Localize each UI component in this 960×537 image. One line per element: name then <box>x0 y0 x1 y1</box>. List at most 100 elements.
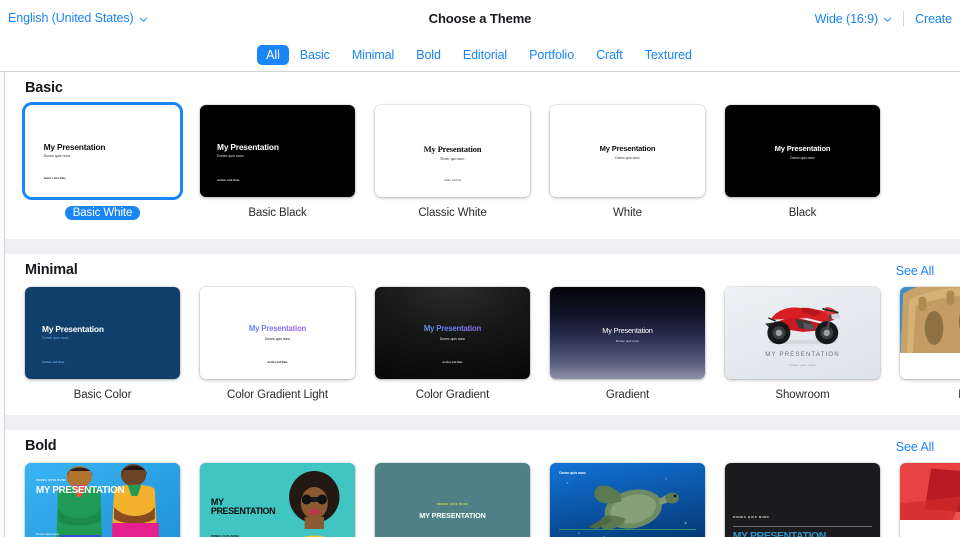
theme-thumbnail[interactable]: Donec quis nunc My Presentation <box>550 463 705 537</box>
theme-card[interactable]: DONEC QUIS NUNC MY PRESENTATION <box>725 463 880 537</box>
theme-card[interactable]: DONEC QUIS NUNC MY PRESENTATION Donec qu… <box>25 463 180 537</box>
theme-preview: My Presentation Donec quis nunc <box>725 105 880 197</box>
theme-row: My Presentation Donec quis nunc Author a… <box>5 105 960 225</box>
two-people-photo <box>25 463 180 537</box>
theme-card-basic-white[interactable]: My Presentation Donec quis nunc Author a… <box>25 105 180 225</box>
theme-card-color-gradient[interactable]: My Presentation Donec quis nunc Author a… <box>375 287 530 401</box>
red-abstract-photo <box>900 463 960 521</box>
tab-bold[interactable]: Bold <box>405 45 452 65</box>
theme-preview: MY PRESENTATION DONEC QUIS NUNC <box>200 463 355 537</box>
tab-minimal[interactable]: Minimal <box>341 45 405 65</box>
theme-card-color-gradient-light[interactable]: My Presentation Donec quis nunc Author a… <box>200 287 355 401</box>
theme-thumbnail[interactable]: My Presentation Donec quis nunc Author a… <box>25 105 180 197</box>
tab-craft[interactable]: Craft <box>585 45 634 65</box>
theme-section-minimal: Minimal See All My Presentation Donec qui… <box>5 254 960 415</box>
theme-preview: My Presentation Donec quis nunc Author a… <box>25 287 180 379</box>
theme-section-bold: Bold See All DONEC QUIS NUNC MY PRESENTAT… <box>5 430 960 537</box>
theme-thumbnail[interactable]: My Presentation Donec quis nunc <box>550 105 705 197</box>
theme-card[interactable]: MY PRESENTATION DONEC QUIS NUNC <box>200 463 355 537</box>
theme-card[interactable] <box>900 463 960 537</box>
theme-section-basic: Basic My Presentation Donec quis nunc Au… <box>5 72 960 239</box>
theme-sections: Basic My Presentation Donec quis nunc Au… <box>5 72 960 537</box>
section-divider <box>5 239 960 254</box>
theme-thumbnail[interactable]: My Presentation <box>900 287 960 379</box>
theme-name-label: Gradient <box>605 389 650 401</box>
theme-name-label: Basic Color <box>73 389 132 401</box>
theme-name-label: Basic White <box>64 206 141 220</box>
theme-thumbnail[interactable]: My Presentation Donec quis nunc Author a… <box>200 105 355 197</box>
aspect-ratio-label: Wide (16:9) <box>814 11 879 26</box>
create-button[interactable]: Create <box>915 12 952 26</box>
theme-preview: DONEC QUIS NUNC MY PRESENTATION <box>375 463 530 537</box>
theme-card-gradient[interactable]: My Presentation Donec quis nunc Gradient <box>550 287 705 401</box>
theme-card-white[interactable]: My Presentation Donec quis nunc White <box>550 105 705 219</box>
tab-portfolio[interactable]: Portfolio <box>518 45 585 65</box>
theme-thumbnail[interactable]: MY PRESENTATION DONEC QUIS NUNC <box>200 463 355 537</box>
theme-thumbnail[interactable]: My Presentation Donec quis nunc Author a… <box>25 287 180 379</box>
aspect-ratio-selector[interactable]: Wide (16:9) <box>815 12 893 26</box>
tab-all[interactable]: All <box>257 45 289 65</box>
theme-thumbnail[interactable]: DONEC QUIS NUNC MY PRESENTATION <box>375 463 530 537</box>
theme-preview: DONEC QUIS NUNC MY PRESENTATION <box>725 463 880 537</box>
theme-thumbnail[interactable]: My Presentation Donec quis nunc <box>550 287 705 379</box>
theme-preview: My Presentation Donec quis nunc Author a… <box>375 287 530 379</box>
theme-preview: My Presentation Donec quis nunc Author a… <box>27 107 178 195</box>
theme-row: My Presentation Donec quis nunc Author a… <box>5 287 960 401</box>
theme-preview: My Presentation Donec quis nunc <box>550 287 705 379</box>
see-all-link[interactable]: See All <box>896 440 934 454</box>
theme-name-label: Color Gradient Light <box>227 389 328 401</box>
see-all-link[interactable]: See All <box>896 264 934 278</box>
theme-card-black[interactable]: My Presentation Donec quis nunc Black <box>725 105 880 219</box>
tab-basic[interactable]: Basic <box>289 45 341 65</box>
chevron-down-icon <box>883 15 892 24</box>
toolbar-divider <box>903 11 905 26</box>
window-toolbar: English (United States) Choose a Theme W… <box>0 0 960 39</box>
theme-name-label: White <box>613 207 642 219</box>
theme-card[interactable]: Donec quis nunc My Presentation <box>550 463 705 537</box>
section-title: Bold <box>25 438 57 454</box>
tab-editorial[interactable]: Editorial <box>452 45 518 65</box>
theme-thumbnail[interactable] <box>900 463 960 537</box>
section-divider <box>5 415 960 430</box>
section-title: Minimal <box>25 262 78 278</box>
theme-card[interactable]: DONEC QUIS NUNC MY PRESENTATION <box>375 463 530 537</box>
section-header: Minimal See All <box>5 254 960 287</box>
section-title: Basic <box>25 80 63 96</box>
theme-thumbnail[interactable]: My Presentation Donec quis nunc Author a… <box>375 105 530 197</box>
colosseum-photo <box>900 287 960 354</box>
toolbar-right: Wide (16:9) Create <box>815 11 952 26</box>
theme-preview: My Presentation Donec quis nunc Author a… <box>375 105 530 197</box>
theme-card-modern[interactable]: My Presentation Modern <box>900 287 960 401</box>
theme-thumbnail[interactable]: My Presentation Donec quis nunc <box>725 105 880 197</box>
theme-card-basic-color[interactable]: My Presentation Donec quis nunc Author a… <box>25 287 180 401</box>
theme-name-label: Color Gradient <box>415 389 490 401</box>
theme-row: DONEC QUIS NUNC MY PRESENTATION Donec qu… <box>5 463 960 537</box>
theme-thumbnail[interactable]: My Presentation Donec quis nunc Author a… <box>375 287 530 379</box>
theme-preview: Donec quis nunc My Presentation <box>550 463 705 537</box>
left-gutter <box>0 72 5 537</box>
theme-name-label: Classic White <box>418 207 487 219</box>
section-header: Basic <box>5 72 960 105</box>
theme-thumbnail[interactable]: DONEC QUIS NUNC MY PRESENTATION Donec qu… <box>25 463 180 537</box>
theme-card-basic-black[interactable]: My Presentation Donec quis nunc Author a… <box>200 105 355 219</box>
theme-card-showroom[interactable]: MY PRESENTATION Donec quis nunc Showroom <box>725 287 880 401</box>
theme-thumbnail[interactable]: My Presentation Donec quis nunc Author a… <box>200 287 355 379</box>
theme-name-label: Showroom <box>775 389 830 401</box>
theme-preview: DONEC QUIS NUNC MY PRESENTATION Donec qu… <box>25 463 180 537</box>
theme-card-classic-white[interactable]: My Presentation Donec quis nunc Author a… <box>375 105 530 219</box>
motorcycle-illustration <box>764 307 841 345</box>
theme-preview: My Presentation Donec quis nunc <box>550 105 705 197</box>
theme-browser[interactable]: Basic My Presentation Donec quis nunc Au… <box>0 72 960 537</box>
category-tabs: All Basic Minimal Bold Editorial Portfolio Cra… <box>0 39 960 71</box>
theme-name-label: Basic Black <box>248 207 307 219</box>
theme-preview: My Presentation <box>900 287 960 379</box>
theme-preview <box>900 463 960 537</box>
section-header: Bold See All <box>5 430 960 463</box>
theme-thumbnail[interactable]: DONEC QUIS NUNC MY PRESENTATION <box>725 463 880 537</box>
theme-thumbnail[interactable]: MY PRESENTATION Donec quis nunc <box>725 287 880 379</box>
theme-preview: My Presentation Donec quis nunc Author a… <box>200 105 355 197</box>
choose-theme-window: English (United States) Choose a Theme W… <box>0 0 960 537</box>
tab-textured[interactable]: Textured <box>634 45 703 65</box>
